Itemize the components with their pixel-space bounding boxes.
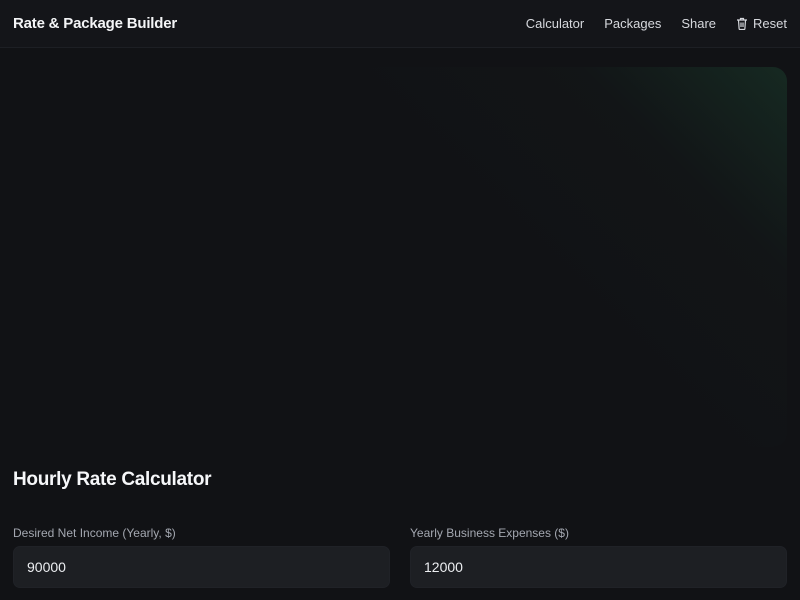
- nav-calculator-link[interactable]: Calculator: [526, 16, 585, 31]
- nav-share-link[interactable]: Share: [681, 16, 716, 31]
- reset-label: Reset: [753, 16, 787, 31]
- nav-packages-link[interactable]: Packages: [604, 16, 661, 31]
- main-nav: Calculator Packages Share Reset: [526, 16, 787, 31]
- app-title: Rate & Package Builder: [13, 15, 177, 32]
- calculator-title: Hourly Rate Calculator: [13, 469, 212, 490]
- net-income-input[interactable]: [13, 546, 390, 588]
- net-income-label: Desired Net Income (Yearly, $): [13, 526, 176, 540]
- reset-button[interactable]: Reset: [736, 16, 787, 31]
- top-bar: Rate & Package Builder Calculator Packag…: [0, 0, 800, 48]
- hero-panel: [13, 67, 787, 447]
- trash-icon: [736, 17, 748, 30]
- expenses-label: Yearly Business Expenses ($): [410, 526, 569, 540]
- net-income-field-group: Desired Net Income (Yearly, $): [13, 526, 390, 588]
- expenses-field-group: Yearly Business Expenses ($): [410, 526, 787, 588]
- expenses-input[interactable]: [410, 546, 787, 588]
